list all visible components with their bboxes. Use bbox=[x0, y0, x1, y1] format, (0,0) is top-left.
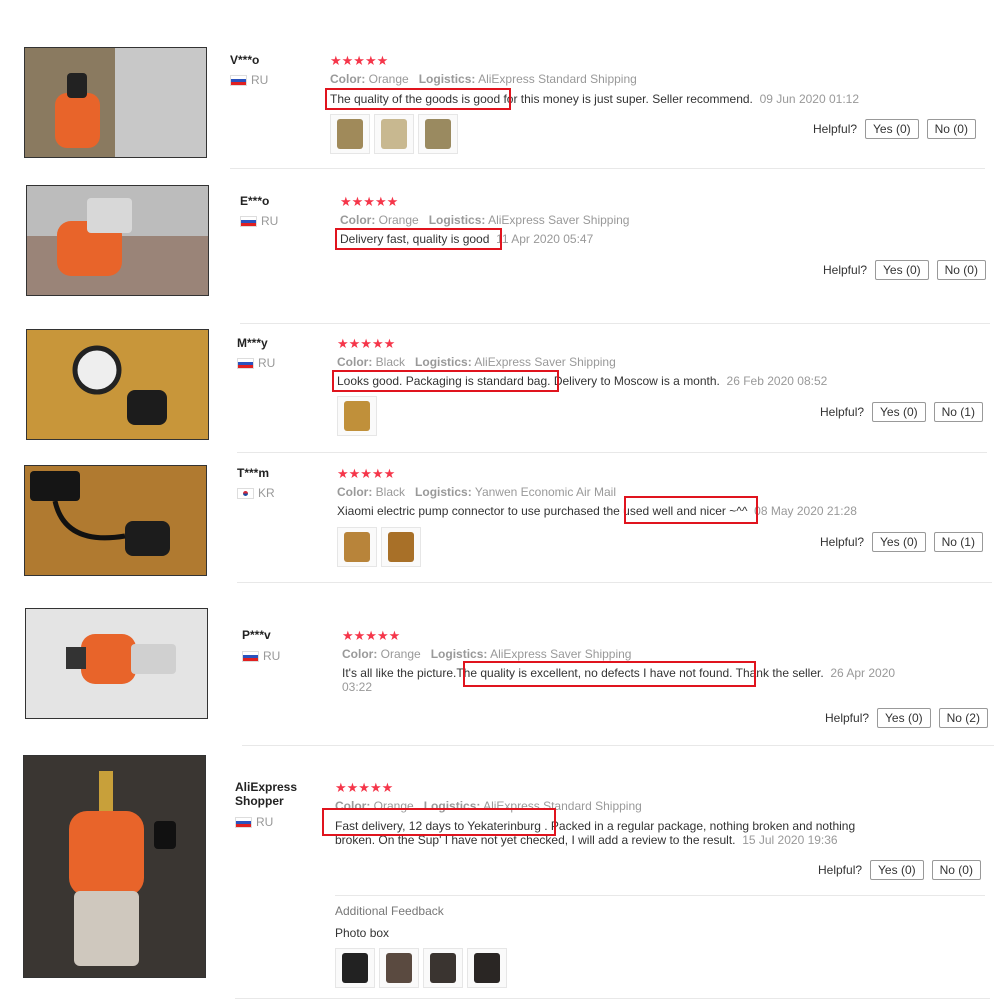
review-divider bbox=[237, 452, 987, 453]
flag-kr-icon bbox=[237, 487, 254, 499]
helpful-yes-button[interactable]: Yes (0) bbox=[877, 708, 931, 728]
review-thumbnail[interactable] bbox=[423, 948, 463, 988]
highlight-box bbox=[624, 496, 758, 524]
flag-ru-icon bbox=[240, 215, 257, 227]
helpful-no-button[interactable]: No (1) bbox=[933, 532, 983, 552]
review-thumbnail[interactable] bbox=[335, 948, 375, 988]
reviewer-name: M***y bbox=[237, 336, 268, 350]
reviewer-country: RU bbox=[240, 214, 278, 228]
helpful-row: Helpful? Yes (0) No (0) bbox=[823, 260, 986, 280]
helpful-no-button[interactable]: No (0) bbox=[931, 860, 981, 880]
additional-feedback-divider bbox=[335, 895, 985, 896]
flag-ru-icon bbox=[242, 650, 259, 662]
reviewer-name: AliExpress Shopper bbox=[235, 780, 298, 808]
review-photo[interactable] bbox=[26, 329, 209, 440]
reviewer-country: RU bbox=[242, 649, 280, 663]
review-thumbnail[interactable] bbox=[337, 396, 377, 436]
helpful-label: Helpful? bbox=[825, 711, 870, 725]
reviewer-country: KR bbox=[237, 486, 275, 500]
flag-ru-icon bbox=[230, 74, 247, 86]
review-divider bbox=[230, 168, 985, 169]
helpful-row: Helpful? Yes (0) No (0) bbox=[813, 119, 976, 139]
rating-stars: ★★★★★ bbox=[330, 53, 389, 68]
helpful-label: Helpful? bbox=[818, 863, 863, 877]
review-thumbnail[interactable] bbox=[337, 527, 377, 567]
highlight-box bbox=[322, 808, 556, 836]
highlight-box bbox=[463, 661, 756, 687]
review-thumbnail[interactable] bbox=[374, 114, 414, 154]
review-divider bbox=[242, 745, 994, 746]
review-divider bbox=[237, 582, 992, 583]
review-meta: Color: Orange Logistics: AliExpress Save… bbox=[342, 647, 632, 661]
review-thumbnail[interactable] bbox=[330, 114, 370, 154]
reviewer-country: RU bbox=[235, 815, 273, 829]
review-photo[interactable] bbox=[24, 47, 207, 158]
highlight-box bbox=[335, 228, 502, 250]
rating-stars: ★★★★★ bbox=[337, 466, 396, 481]
highlight-box bbox=[325, 88, 511, 110]
photo-box-label: Photo box bbox=[335, 926, 390, 940]
review-divider bbox=[235, 998, 990, 999]
helpful-row: Helpful? Yes (0) No (2) bbox=[825, 708, 988, 728]
review-thumbnail[interactable] bbox=[379, 948, 419, 988]
review-thumbnail[interactable] bbox=[381, 527, 421, 567]
helpful-no-button[interactable]: No (0) bbox=[926, 119, 976, 139]
helpful-no-button[interactable]: No (2) bbox=[938, 708, 988, 728]
review-photo[interactable] bbox=[24, 465, 207, 576]
review-photo[interactable] bbox=[26, 185, 209, 296]
review-photo[interactable] bbox=[25, 608, 208, 719]
rating-stars: ★★★★★ bbox=[337, 336, 396, 351]
review-divider bbox=[240, 323, 990, 324]
review-thumbnail[interactable] bbox=[418, 114, 458, 154]
rating-stars: ★★★★★ bbox=[340, 194, 399, 209]
reviewer-name: E***o bbox=[240, 194, 270, 208]
helpful-yes-button[interactable]: Yes (0) bbox=[872, 402, 926, 422]
helpful-yes-button[interactable]: Yes (0) bbox=[865, 119, 919, 139]
review-photo[interactable] bbox=[23, 755, 206, 978]
rating-stars: ★★★★★ bbox=[335, 780, 394, 795]
helpful-yes-button[interactable]: Yes (0) bbox=[870, 860, 924, 880]
flag-ru-icon bbox=[237, 357, 254, 369]
helpful-label: Helpful? bbox=[813, 122, 858, 136]
helpful-label: Helpful? bbox=[823, 263, 868, 277]
review-meta: Color: Orange Logistics: AliExpress Stan… bbox=[330, 72, 637, 86]
reviewer-name: V***o bbox=[230, 53, 260, 67]
helpful-label: Helpful? bbox=[820, 535, 865, 549]
highlight-box bbox=[332, 370, 559, 392]
reviewer-country: RU bbox=[230, 73, 268, 87]
helpful-no-button[interactable]: No (0) bbox=[936, 260, 986, 280]
helpful-row: Helpful? Yes (0) No (1) bbox=[820, 532, 983, 552]
reviewer-country: RU bbox=[237, 356, 275, 370]
review-thumbnail[interactable] bbox=[467, 948, 507, 988]
review-meta: Color: Orange Logistics: AliExpress Save… bbox=[340, 213, 630, 227]
reviewer-name: P***v bbox=[242, 628, 271, 642]
rating-stars: ★★★★★ bbox=[342, 628, 401, 643]
flag-ru-icon bbox=[235, 816, 252, 828]
helpful-label: Helpful? bbox=[820, 405, 865, 419]
helpful-no-button[interactable]: No (1) bbox=[933, 402, 983, 422]
reviewer-name: T***m bbox=[237, 466, 270, 480]
helpful-row: Helpful? Yes (0) No (1) bbox=[820, 402, 983, 422]
review-meta: Color: Black Logistics: AliExpress Saver… bbox=[337, 355, 616, 369]
helpful-yes-button[interactable]: Yes (0) bbox=[872, 532, 926, 552]
helpful-yes-button[interactable]: Yes (0) bbox=[875, 260, 929, 280]
review-meta: Color: Black Logistics: Yanwen Economic … bbox=[337, 485, 616, 499]
helpful-row: Helpful? Yes (0) No (0) bbox=[818, 860, 981, 880]
additional-feedback-heading: Additional Feedback bbox=[335, 904, 444, 918]
